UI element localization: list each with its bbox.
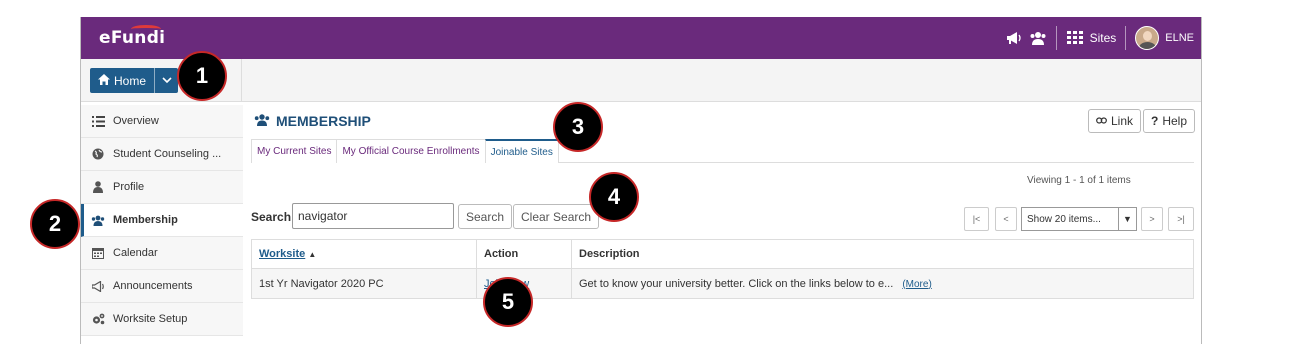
user-name[interactable]: ELNE (1165, 32, 1194, 44)
divider (241, 59, 242, 102)
link-button-label: Link (1111, 114, 1134, 128)
sidebar-item-overview[interactable]: Overview (81, 105, 243, 138)
page-size-select[interactable]: Show 20 items... ▼ (1021, 207, 1137, 231)
chevron-down-icon[interactable] (154, 68, 178, 93)
users-icon (254, 113, 270, 129)
separator (1055, 26, 1057, 50)
help-button-label: Help (1162, 114, 1188, 128)
efundi-logo[interactable]: eFundi (99, 28, 165, 48)
browser-frame: eFundi Sites ELNE Home Overview Student … (80, 17, 1202, 344)
page-title-text: MEMBERSHIP (276, 113, 371, 129)
clear-search-button[interactable]: Clear Search (513, 204, 600, 229)
tab-joinable-sites[interactable]: Joinable Sites (484, 139, 559, 163)
sidebar-item-label: Calendar (113, 247, 158, 259)
search-button[interactable]: Search (458, 204, 513, 229)
callout-2: 2 (30, 199, 80, 249)
column-header-action: Action (476, 239, 572, 269)
users-icon[interactable] (1029, 30, 1047, 46)
table-row: 1st Yr Navigator 2020 PC Join Now Get to… (251, 268, 1194, 299)
caret-down-icon: ▼ (1118, 208, 1136, 230)
avatar[interactable] (1135, 26, 1160, 50)
link-icon (1096, 114, 1107, 128)
column-header-description: Description (571, 239, 1194, 269)
sidebar-item-worksite-setup[interactable]: Worksite Setup (81, 303, 243, 336)
description-text: Get to know your university better. Clic… (579, 277, 894, 290)
tool-sidebar: Overview Student Counseling ... Profile … (81, 105, 243, 336)
sidebar-item-calendar[interactable]: Calendar (81, 237, 243, 270)
globe-icon (91, 147, 105, 161)
calendar-icon (91, 246, 105, 260)
prev-page-button[interactable]: < (995, 207, 1017, 231)
sidebar-item-label: Profile (113, 181, 145, 193)
top-right-tools: Sites ELNE (1005, 17, 1194, 59)
sidebar-item-label: Membership (113, 214, 178, 226)
gears-icon (91, 312, 105, 326)
home-button[interactable]: Home (90, 68, 179, 93)
description-cell: Get to know your university better. Clic… (571, 268, 1194, 299)
page-title: MEMBERSHIP (254, 113, 371, 129)
main-content: MEMBERSHIP Link ? Help My Current Sites … (243, 102, 1201, 344)
question-icon: ? (1151, 114, 1159, 128)
tab-my-current-sites[interactable]: My Current Sites (251, 139, 338, 163)
person-icon (91, 180, 105, 194)
membership-tabs: My Current Sites My Official Course Enro… (251, 139, 1194, 163)
users-icon (91, 213, 105, 227)
worksite-sort-link[interactable]: Worksite (259, 248, 305, 260)
sidebar-item-label: Student Counseling ... (113, 148, 222, 160)
joinable-sites-table: Worksite ▲ Action Description 1st Yr Nav… (251, 239, 1194, 299)
sidebar-item-profile[interactable]: Profile (81, 171, 243, 204)
sidebar-item-membership[interactable]: Membership (81, 204, 243, 237)
first-page-button[interactable]: |< (964, 207, 989, 231)
sidebar-item-label: Overview (113, 115, 159, 127)
help-button[interactable]: ? Help (1143, 109, 1196, 133)
column-header-worksite[interactable]: Worksite ▲ (251, 239, 477, 269)
separator (1125, 26, 1127, 50)
search-label: Search (251, 210, 292, 224)
grid-icon[interactable] (1066, 30, 1084, 46)
home-label: Home (114, 73, 147, 88)
worksite-cell: 1st Yr Navigator 2020 PC (251, 268, 477, 299)
home-button-main[interactable]: Home (90, 68, 154, 93)
table-header-row: Worksite ▲ Action Description (251, 239, 1194, 269)
page-size-value: Show 20 items... (1027, 213, 1101, 225)
sidebar-item-student-counseling[interactable]: Student Counseling ... (81, 138, 243, 171)
callout-1: 1 (177, 51, 227, 101)
callout-3: 3 (553, 102, 603, 152)
megaphone-icon[interactable] (1005, 30, 1023, 46)
callout-4: 4 (589, 172, 639, 222)
sidebar-item-label: Worksite Setup (113, 313, 188, 325)
megaphone-icon (91, 279, 105, 293)
list-icon (91, 114, 105, 128)
sidebar-item-label: Announcements (113, 280, 193, 292)
search-input[interactable] (292, 203, 454, 229)
viewing-count: Viewing 1 - 1 of 1 items (1027, 175, 1131, 186)
site-nav-bar: Home (81, 59, 1201, 102)
more-link[interactable]: (More) (902, 279, 931, 290)
callout-5: 5 (483, 277, 533, 327)
sidebar-item-announcements[interactable]: Announcements (81, 270, 243, 303)
tab-my-official-course-enrollments[interactable]: My Official Course Enrollments (336, 139, 486, 163)
sort-ascending-icon: ▲ (308, 250, 317, 259)
link-button[interactable]: Link (1088, 109, 1142, 133)
last-page-button[interactable]: >| (1168, 207, 1194, 231)
sites-link[interactable]: Sites (1090, 31, 1117, 45)
next-page-button[interactable]: > (1141, 207, 1163, 231)
top-bar: eFundi Sites ELNE (81, 17, 1201, 59)
home-icon (98, 73, 110, 88)
